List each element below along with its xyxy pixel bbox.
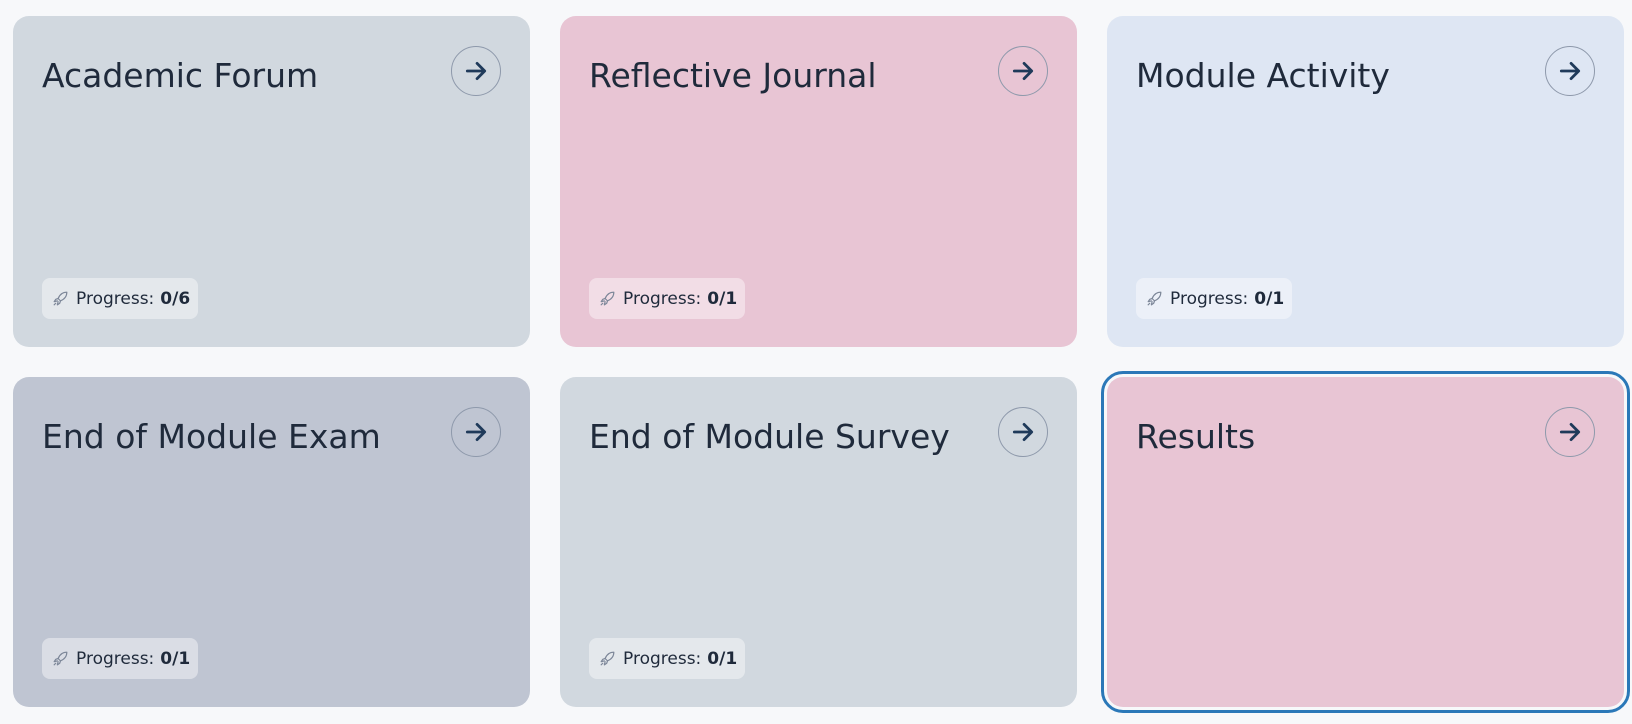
rocket-icon (598, 649, 617, 668)
open-card-button[interactable] (998, 407, 1048, 457)
progress-badge: Progress: 0/1 (589, 278, 746, 319)
progress-value: 0/6 (160, 288, 191, 309)
progress-label: Progress: (623, 648, 702, 669)
card-title: Academic Forum (42, 56, 319, 95)
module-card-grid: Academic Forum Progress: 0/6 Reflective … (13, 16, 1630, 713)
rocket-icon (1145, 289, 1164, 308)
open-card-button[interactable] (1545, 46, 1595, 96)
card-title: Module Activity (1136, 56, 1390, 95)
arrow-right-icon (465, 423, 487, 441)
progress-label: Progress: (76, 288, 155, 309)
card-end-of-module-survey[interactable]: End of Module Survey Progress: 0/1 (560, 377, 1077, 707)
progress-value: 0/1 (707, 288, 738, 309)
card-results[interactable]: Results (1101, 371, 1630, 713)
arrow-right-icon (1559, 423, 1581, 441)
rocket-icon (51, 289, 70, 308)
arrow-right-icon (1012, 62, 1034, 80)
progress-badge: Progress: 0/1 (589, 638, 746, 679)
progress-label: Progress: (623, 288, 702, 309)
progress-value: 0/1 (160, 648, 191, 669)
card-title: End of Module Survey (589, 417, 950, 456)
progress-value: 0/1 (707, 648, 738, 669)
progress-value: 0/1 (1254, 288, 1285, 309)
card-module-activity[interactable]: Module Activity Progress: 0/1 (1107, 16, 1624, 347)
progress-label: Progress: (1170, 288, 1249, 309)
open-card-button[interactable] (451, 407, 501, 457)
open-card-button[interactable] (1545, 407, 1595, 457)
open-card-button[interactable] (998, 46, 1048, 96)
arrow-right-icon (1559, 62, 1581, 80)
progress-label: Progress: (76, 648, 155, 669)
arrow-right-icon (1012, 423, 1034, 441)
card-title: End of Module Exam (42, 417, 381, 456)
open-card-button[interactable] (451, 46, 501, 96)
progress-badge: Progress: 0/1 (1136, 278, 1293, 319)
card-title: Reflective Journal (589, 56, 877, 95)
card-title: Results (1136, 417, 1256, 456)
arrow-right-icon (465, 62, 487, 80)
card-reflective-journal[interactable]: Reflective Journal Progress: 0/1 (560, 16, 1077, 347)
rocket-icon (51, 649, 70, 668)
progress-badge: Progress: 0/1 (42, 638, 199, 679)
card-end-of-module-exam[interactable]: End of Module Exam Progress: 0/1 (13, 377, 530, 707)
rocket-icon (598, 289, 617, 308)
progress-badge: Progress: 0/6 (42, 278, 199, 319)
card-academic-forum[interactable]: Academic Forum Progress: 0/6 (13, 16, 530, 347)
